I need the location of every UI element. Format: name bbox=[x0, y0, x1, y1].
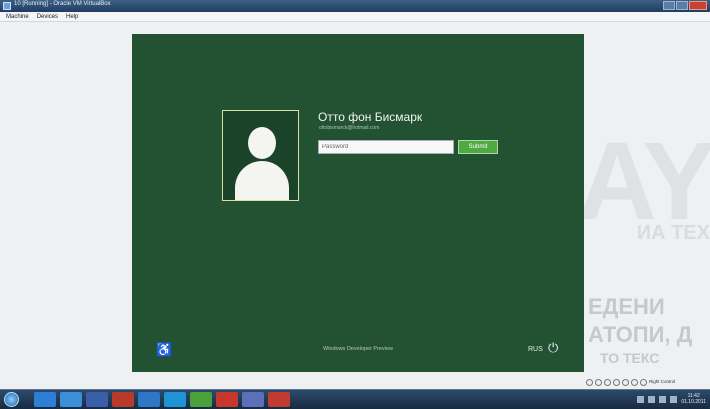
app-icon[interactable] bbox=[112, 392, 134, 407]
language-indicator[interactable]: RUS bbox=[528, 346, 543, 353]
taskbar-apps bbox=[34, 392, 290, 407]
maximize-button[interactable] bbox=[676, 1, 688, 10]
network-icon[interactable] bbox=[613, 378, 620, 386]
vbox-menu-bar: Machine Devices Help bbox=[0, 12, 710, 22]
shared-folder-icon[interactable] bbox=[622, 378, 629, 386]
power-icon[interactable]: ⏻ bbox=[548, 341, 558, 354]
skype-icon[interactable] bbox=[164, 392, 186, 407]
app-icon[interactable] bbox=[138, 392, 160, 407]
clock-date: 01.10.2011 bbox=[681, 399, 706, 405]
disk-icon[interactable] bbox=[586, 378, 593, 386]
host-background-line: ЕДЕНИ bbox=[588, 294, 665, 319]
submit-button[interactable]: Submit bbox=[458, 140, 498, 154]
virtualbox-icon bbox=[3, 2, 11, 10]
tray-icon[interactable] bbox=[637, 395, 645, 403]
minimize-button[interactable] bbox=[663, 1, 675, 10]
password-input[interactable] bbox=[318, 140, 454, 154]
cd-icon[interactable] bbox=[595, 378, 602, 386]
app-icon[interactable] bbox=[216, 392, 238, 407]
host-taskbar: 11:42 01.10.2011 bbox=[0, 389, 710, 409]
system-tray: 11:42 01.10.2011 bbox=[637, 393, 706, 405]
host-background-line: АТОПИ, Д bbox=[588, 322, 693, 347]
host-key-label: Right Control bbox=[649, 378, 676, 384]
user-avatar bbox=[222, 110, 299, 201]
tray-icon[interactable] bbox=[648, 395, 656, 403]
avatar-head bbox=[248, 127, 276, 159]
host-background-line: ТО ТЕКС bbox=[600, 350, 660, 366]
menu-help[interactable]: Help bbox=[66, 12, 78, 21]
menu-devices[interactable]: Devices bbox=[37, 12, 58, 21]
usb-icon[interactable] bbox=[604, 378, 611, 386]
avatar-body bbox=[235, 161, 289, 200]
volume-icon[interactable] bbox=[659, 395, 667, 403]
mouse-icon[interactable] bbox=[640, 378, 647, 386]
guest-lock-screen: Отто фон Бисмарк ottobismarck@hotmail.co… bbox=[132, 34, 584, 372]
window-title: 10 [Running] - Oracle VM VirtualBox bbox=[14, 1, 111, 7]
chrome-icon[interactable] bbox=[190, 392, 212, 407]
host-background-subtitle: ИА ТЕХ bbox=[636, 222, 710, 244]
explorer-icon[interactable] bbox=[60, 392, 82, 407]
footer-text: Windows Developer Preview bbox=[323, 346, 393, 352]
word-icon[interactable] bbox=[86, 392, 108, 407]
user-email: ottobismarck@hotmail.com bbox=[319, 125, 380, 131]
display-icon[interactable] bbox=[631, 378, 638, 386]
start-button[interactable] bbox=[4, 392, 19, 407]
app-icon[interactable] bbox=[268, 392, 290, 407]
close-button[interactable] bbox=[689, 1, 707, 10]
ie-icon[interactable] bbox=[34, 392, 56, 407]
vbox-title-bar: 10 [Running] - Oracle VM VirtualBox bbox=[0, 0, 710, 12]
window-controls bbox=[663, 1, 707, 11]
clock[interactable]: 11:42 01.10.2011 bbox=[681, 393, 706, 405]
network-tray-icon[interactable] bbox=[670, 395, 678, 403]
user-name: Отто фон Бисмарк bbox=[318, 110, 423, 124]
virtualbox-taskbar-icon[interactable] bbox=[242, 392, 264, 407]
menu-machine[interactable]: Machine bbox=[6, 12, 29, 21]
vbox-status-bar: Right Control bbox=[586, 376, 710, 388]
